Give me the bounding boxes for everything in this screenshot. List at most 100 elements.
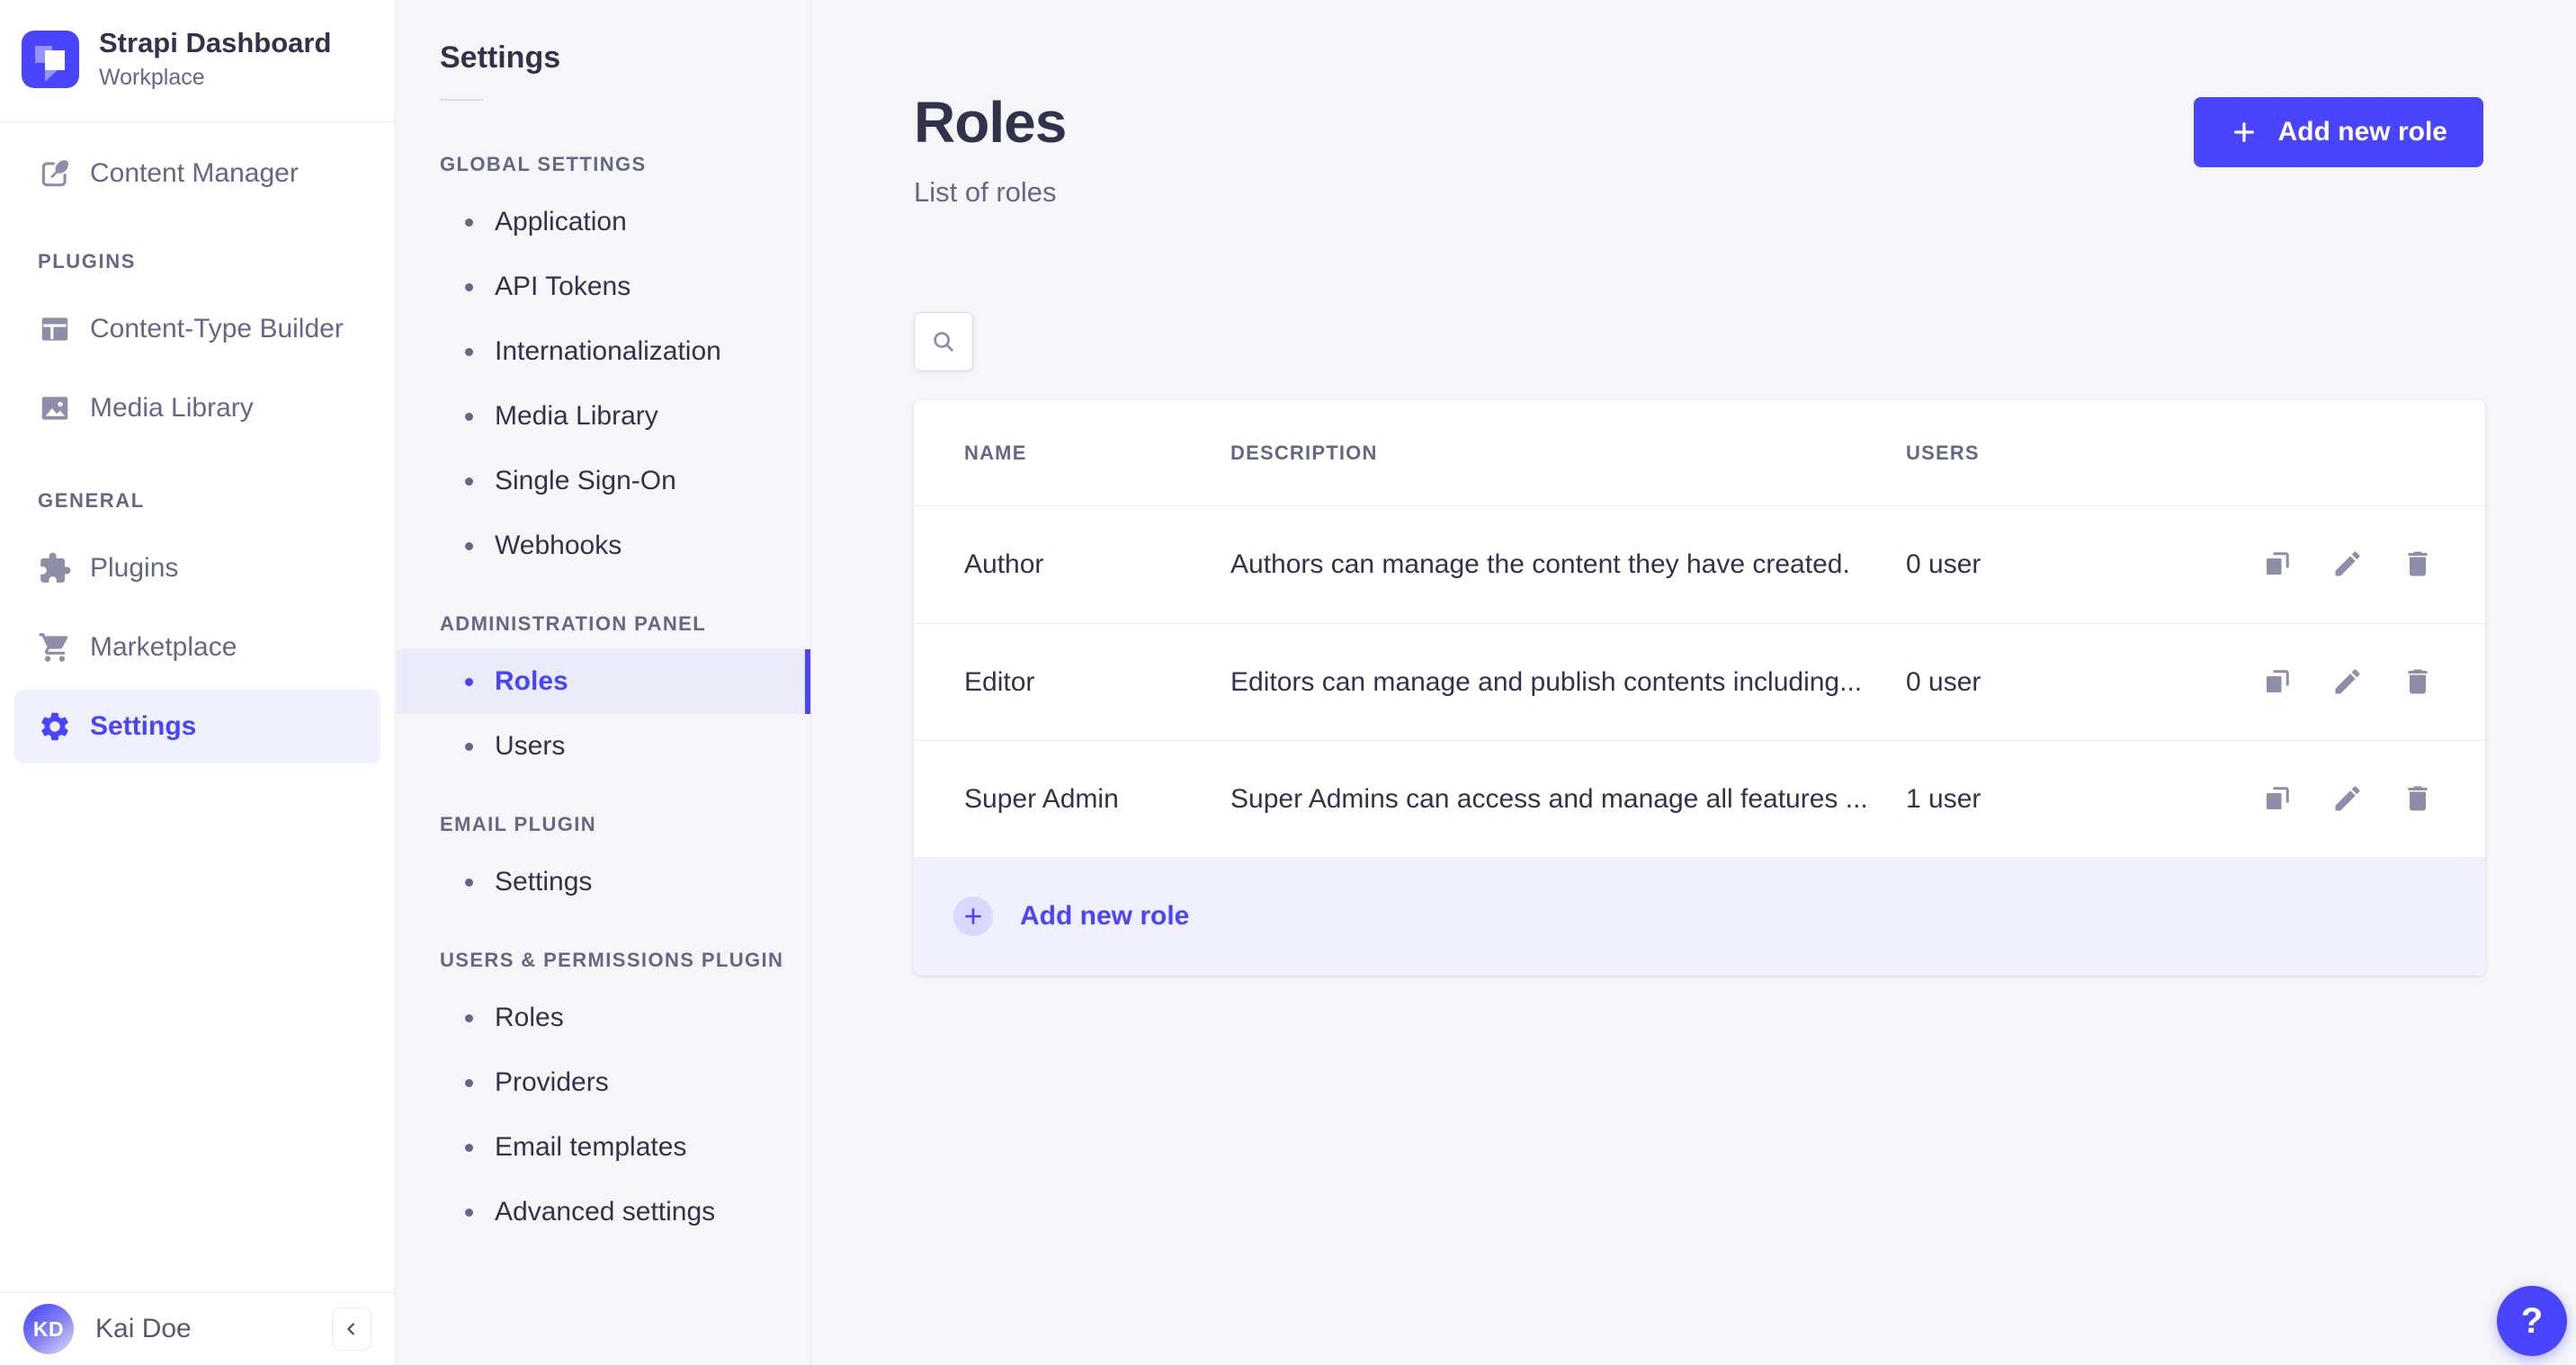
duplicate-button[interactable] [2260,782,2294,816]
sidebar-item-content-type-builder[interactable]: Content-Type Builder [0,290,395,369]
table-row-author[interactable]: Author Authors can manage the content th… [914,506,2485,623]
workspace-subtitle: Workplace [99,65,205,90]
subnav-item-application[interactable]: Application [397,190,810,254]
pencil-icon [2335,785,2360,810]
subnav-group-users-permissions-plugin: USERS & PERMISSIONS PLUGIN [440,949,784,971]
settings-subnav: Settings GLOBAL SETTINGS Application API… [397,0,811,1365]
role-description: Authors can manage the content they have… [1230,549,1850,579]
sidebar-divider [0,121,395,122]
sidebar-item-media-library[interactable]: Media Library [0,369,395,448]
subnav-item-label: Users [495,731,566,761]
subnav-item-label: Roles [495,1003,564,1032]
trash-icon [2408,551,2428,576]
feather-pen-icon [41,160,68,187]
collapse-sidebar-button[interactable] [332,1307,371,1351]
add-new-role-label: Add new role [2277,117,2447,147]
subnav-item-providers[interactable]: Providers [397,1050,810,1115]
chevron-left-icon [347,1323,354,1335]
gear-icon [41,712,68,741]
help-button[interactable]: ? [2497,1286,2567,1356]
table-header-row: NAME DESCRIPTION USERS [914,400,2485,506]
layout-grid-icon [41,317,68,341]
bullet-icon [465,677,473,686]
column-header-users: USERS [1906,441,1980,464]
subnav-item-label: Webhooks [495,531,622,560]
table-row-editor[interactable]: Editor Editors can manage and publish co… [914,623,2485,740]
delete-button[interactable] [2401,665,2435,700]
bullet-icon [465,1208,473,1217]
sidebar-item-label: Media Library [90,393,254,423]
workspace-title: Strapi Dashboard [99,27,332,58]
sidebar-section-general: GENERAL [38,489,145,512]
sidebar-item-marketplace[interactable]: Marketplace [0,608,395,687]
subnav-item-label: Application [495,207,627,236]
edit-button[interactable] [2330,665,2365,700]
sidebar-item-label: Content Manager [90,158,299,188]
subnav-item-email-settings[interactable]: Settings [397,850,810,914]
column-header-name: NAME [964,441,1027,464]
sidebar-item-settings[interactable]: Settings [14,690,380,763]
subnav-item-users[interactable]: Users [397,714,810,779]
subnav-item-label: Internationalization [495,336,721,366]
table-footer-add-row[interactable]: Add new role [914,857,2485,976]
role-description: Super Admins can access and manage all f… [1230,783,1868,814]
subnav-item-api-tokens[interactable]: API Tokens [397,254,810,319]
bullet-icon [465,412,473,421]
column-header-description: DESCRIPTION [1230,441,1378,464]
bullet-icon [465,282,473,291]
sidebar-item-label: Marketplace [90,632,237,662]
edit-button[interactable] [2330,782,2365,816]
bullet-icon [465,1013,473,1022]
bullet-icon [465,477,473,486]
subnav-item-label: Email templates [495,1132,687,1162]
subnav-group-administration-panel: ADMINISTRATION PANEL [440,612,707,635]
subnav-item-advanced-settings[interactable]: Advanced settings [397,1180,810,1245]
subnav-title: Settings [440,40,561,75]
role-name: Editor [964,666,1035,697]
sidebar-item-label: Settings [90,711,197,741]
sidebar-section-plugins: PLUGINS [38,250,136,272]
table-row-super-admin[interactable]: Super Admin Super Admins can access and … [914,740,2485,857]
subnav-group-global-settings: GLOBAL SETTINGS [440,153,647,175]
subnav-item-up-roles[interactable]: Roles [397,986,810,1050]
subnav-item-label: API Tokens [495,272,631,301]
subnav-group-email-plugin: EMAIL PLUGIN [440,813,597,835]
subnav-item-roles[interactable]: Roles [397,649,810,714]
delete-button[interactable] [2401,782,2435,816]
strapi-logo-icon [22,30,79,88]
duplicate-button[interactable] [2260,548,2294,582]
subnav-item-media-library[interactable]: Media Library [397,384,810,449]
subnav-item-label: Settings [495,867,593,897]
page-header: Roles List of roles Add new role [812,0,2576,209]
subnav-item-single-sign-on[interactable]: Single Sign-On [397,449,810,513]
search-button[interactable] [914,312,973,371]
duplicate-icon [2267,552,2289,575]
sidebar-footer: KD Kai Doe [0,1292,395,1365]
duplicate-button[interactable] [2260,665,2294,700]
user-avatar[interactable]: KD [23,1304,74,1354]
bullet-icon [465,1078,473,1087]
bullet-icon [465,541,473,550]
sidebar-item-label: Content-Type Builder [90,314,344,343]
add-new-role-button[interactable]: Add new role [2193,97,2483,167]
subnav-item-internationalization[interactable]: Internationalization [397,319,810,384]
search-icon [934,332,953,352]
subnav-item-label: Media Library [495,401,658,431]
bullet-icon [465,1143,473,1152]
subnav-item-email-templates[interactable]: Email templates [397,1115,810,1180]
trash-icon [2408,786,2428,810]
sidebar-item-content-manager[interactable]: Content Manager [0,138,395,209]
delete-button[interactable] [2401,548,2435,582]
role-users-count: 0 user [1906,549,1981,579]
sidebar-item-label: Plugins [90,553,179,583]
duplicate-icon [2267,669,2289,692]
subnav-item-label: Advanced settings [495,1197,716,1227]
plus-icon [2233,122,2254,142]
edit-button[interactable] [2330,548,2365,582]
role-users-count: 1 user [1906,783,1981,814]
sidebar-item-plugins[interactable]: Plugins [0,529,395,608]
subnav-item-label: Single Sign-On [495,466,676,495]
subnav-item-webhooks[interactable]: Webhooks [397,513,810,578]
bullet-icon [465,742,473,751]
workspace-brand: Strapi Dashboard Workplace [0,0,395,121]
